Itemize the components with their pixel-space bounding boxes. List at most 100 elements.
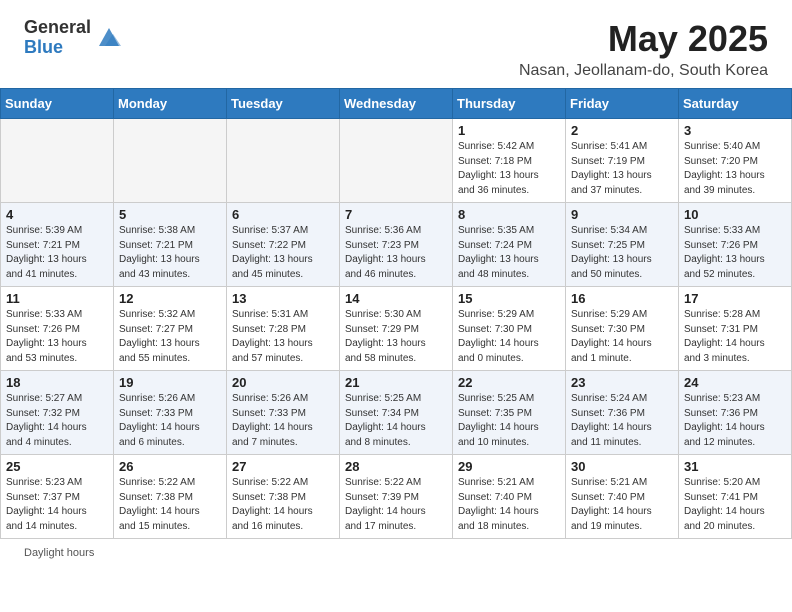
calendar-day-cell: 27 Sunrise: 5:22 AM Sunset: 7:38 PM Dayli…: [227, 455, 340, 539]
calendar-day-cell: 7 Sunrise: 5:36 AM Sunset: 7:23 PM Daylig…: [340, 203, 453, 287]
day-info: Sunrise: 5:28 AM Sunset: 7:31 PM Dayligh…: [684, 308, 786, 366]
day-info: Sunrise: 5:20 AM Sunset: 7:41 PM Dayligh…: [684, 476, 786, 534]
day-number: 19: [119, 375, 221, 390]
day-number: 29: [458, 459, 560, 474]
logo-general: General: [24, 18, 91, 38]
calendar-day-cell: 18 Sunrise: 5:27 AM Sunset: 7:32 PM Dayli…: [1, 371, 114, 455]
calendar-day-cell: 1 Sunrise: 5:42 AM Sunset: 7:18 PM Daylig…: [453, 119, 566, 203]
day-info: Sunrise: 5:34 AM Sunset: 7:25 PM Dayligh…: [571, 224, 673, 282]
day-number: 15: [458, 291, 560, 306]
day-number: 27: [232, 459, 334, 474]
logo: General Blue: [24, 18, 123, 58]
day-number: 20: [232, 375, 334, 390]
day-info: Sunrise: 5:24 AM Sunset: 7:36 PM Dayligh…: [571, 392, 673, 450]
day-info: Sunrise: 5:22 AM Sunset: 7:38 PM Dayligh…: [119, 476, 221, 534]
calendar-day-cell: 29 Sunrise: 5:21 AM Sunset: 7:40 PM Dayli…: [453, 455, 566, 539]
weekday-header: Monday: [114, 89, 227, 119]
calendar-day-cell: 25Sunrise: 5:23 AM Sunset: 7:37 PM Dayli…: [1, 455, 114, 539]
day-info: Sunrise: 5:37 AM Sunset: 7:22 PM Dayligh…: [232, 224, 334, 282]
calendar-day-cell: 28 Sunrise: 5:22 AM Sunset: 7:39 PM Dayli…: [340, 455, 453, 539]
day-info: Sunrise: 5:33 AM Sunset: 7:26 PM Dayligh…: [6, 308, 108, 366]
day-number: 24: [684, 375, 786, 390]
day-info: Sunrise: 5:40 AM Sunset: 7:20 PM Dayligh…: [684, 140, 786, 198]
calendar-day-cell: 11 Sunrise: 5:33 AM Sunset: 7:26 PM Dayli…: [1, 287, 114, 371]
day-info: Sunrise: 5:26 AM Sunset: 7:33 PM Dayligh…: [119, 392, 221, 450]
calendar-day-cell: 2Sunrise: 5:41 AM Sunset: 7:19 PM Daylig…: [566, 119, 679, 203]
day-number: 2: [571, 123, 673, 138]
day-number: 7: [345, 207, 447, 222]
calendar-day-cell: 26 Sunrise: 5:22 AM Sunset: 7:38 PM Dayli…: [114, 455, 227, 539]
day-info: Sunrise: 5:27 AM Sunset: 7:32 PM Dayligh…: [6, 392, 108, 450]
calendar-day-cell: 10Sunrise: 5:33 AM Sunset: 7:26 PM Dayli…: [679, 203, 792, 287]
day-info: Sunrise: 5:25 AM Sunset: 7:34 PM Dayligh…: [345, 392, 447, 450]
calendar-week-row: 11 Sunrise: 5:33 AM Sunset: 7:26 PM Dayli…: [1, 287, 792, 371]
weekday-header: Wednesday: [340, 89, 453, 119]
day-info: Sunrise: 5:30 AM Sunset: 7:29 PM Dayligh…: [345, 308, 447, 366]
day-number: 26: [119, 459, 221, 474]
location-title: Nasan, Jeollanam-do, South Korea: [519, 62, 768, 80]
day-number: 31: [684, 459, 786, 474]
calendar-week-row: 4Sunrise: 5:39 AM Sunset: 7:21 PM Daylig…: [1, 203, 792, 287]
calendar-day-cell: 24Sunrise: 5:23 AM Sunset: 7:36 PM Dayli…: [679, 371, 792, 455]
day-info: Sunrise: 5:36 AM Sunset: 7:23 PM Dayligh…: [345, 224, 447, 282]
day-number: 6: [232, 207, 334, 222]
day-number: 13: [232, 291, 334, 306]
daylight-label: Daylight hours: [24, 547, 94, 559]
day-number: 30: [571, 459, 673, 474]
day-number: 28: [345, 459, 447, 474]
day-number: 9: [571, 207, 673, 222]
day-number: 25: [6, 459, 108, 474]
day-info: Sunrise: 5:38 AM Sunset: 7:21 PM Dayligh…: [119, 224, 221, 282]
calendar-day-cell: 31 Sunrise: 5:20 AM Sunset: 7:41 PM Dayli…: [679, 455, 792, 539]
calendar-day-cell: 5 Sunrise: 5:38 AM Sunset: 7:21 PM Daylig…: [114, 203, 227, 287]
day-info: Sunrise: 5:25 AM Sunset: 7:35 PM Dayligh…: [458, 392, 560, 450]
footer: Daylight hours: [0, 539, 792, 567]
calendar-day-cell: 22 Sunrise: 5:25 AM Sunset: 7:35 PM Dayli…: [453, 371, 566, 455]
calendar-day-cell: 13 Sunrise: 5:31 AM Sunset: 7:28 PM Dayli…: [227, 287, 340, 371]
calendar-day-cell: 15 Sunrise: 5:29 AM Sunset: 7:30 PM Dayli…: [453, 287, 566, 371]
day-info: Sunrise: 5:42 AM Sunset: 7:18 PM Dayligh…: [458, 140, 560, 198]
page-header: General Blue May 2025 Nasan, Jeollanam-d…: [0, 0, 792, 88]
day-number: 23: [571, 375, 673, 390]
calendar-day-cell: [114, 119, 227, 203]
calendar-day-cell: 16 Sunrise: 5:29 AM Sunset: 7:30 PM Dayli…: [566, 287, 679, 371]
calendar-header-row: SundayMondayTuesdayWednesdayThursdayFrid…: [1, 89, 792, 119]
calendar-day-cell: [340, 119, 453, 203]
calendar-day-cell: 14 Sunrise: 5:30 AM Sunset: 7:29 PM Dayli…: [340, 287, 453, 371]
calendar-week-row: 25Sunrise: 5:23 AM Sunset: 7:37 PM Dayli…: [1, 455, 792, 539]
day-number: 4: [6, 207, 108, 222]
title-area: May 2025 Nasan, Jeollanam-do, South Kore…: [519, 18, 768, 80]
logo-icon: [95, 24, 123, 52]
day-number: 22: [458, 375, 560, 390]
day-number: 5: [119, 207, 221, 222]
day-info: Sunrise: 5:22 AM Sunset: 7:39 PM Dayligh…: [345, 476, 447, 534]
day-info: Sunrise: 5:33 AM Sunset: 7:26 PM Dayligh…: [684, 224, 786, 282]
calendar-day-cell: [1, 119, 114, 203]
calendar-week-row: 18 Sunrise: 5:27 AM Sunset: 7:32 PM Dayli…: [1, 371, 792, 455]
day-info: Sunrise: 5:22 AM Sunset: 7:38 PM Dayligh…: [232, 476, 334, 534]
day-number: 8: [458, 207, 560, 222]
weekday-header: Saturday: [679, 89, 792, 119]
day-info: Sunrise: 5:21 AM Sunset: 7:40 PM Dayligh…: [458, 476, 560, 534]
calendar-table: SundayMondayTuesdayWednesdayThursdayFrid…: [0, 88, 792, 539]
weekday-header: Thursday: [453, 89, 566, 119]
day-number: 14: [345, 291, 447, 306]
day-info: Sunrise: 5:26 AM Sunset: 7:33 PM Dayligh…: [232, 392, 334, 450]
calendar-day-cell: 8 Sunrise: 5:35 AM Sunset: 7:24 PM Daylig…: [453, 203, 566, 287]
calendar-day-cell: 20 Sunrise: 5:26 AM Sunset: 7:33 PM Dayli…: [227, 371, 340, 455]
weekday-header: Tuesday: [227, 89, 340, 119]
logo-blue: Blue: [24, 38, 91, 58]
day-number: 21: [345, 375, 447, 390]
calendar-day-cell: [227, 119, 340, 203]
day-info: Sunrise: 5:31 AM Sunset: 7:28 PM Dayligh…: [232, 308, 334, 366]
day-number: 11: [6, 291, 108, 306]
day-info: Sunrise: 5:21 AM Sunset: 7:40 PM Dayligh…: [571, 476, 673, 534]
day-info: Sunrise: 5:35 AM Sunset: 7:24 PM Dayligh…: [458, 224, 560, 282]
day-info: Sunrise: 5:29 AM Sunset: 7:30 PM Dayligh…: [458, 308, 560, 366]
day-number: 16: [571, 291, 673, 306]
day-number: 18: [6, 375, 108, 390]
day-info: Sunrise: 5:29 AM Sunset: 7:30 PM Dayligh…: [571, 308, 673, 366]
calendar-day-cell: 4Sunrise: 5:39 AM Sunset: 7:21 PM Daylig…: [1, 203, 114, 287]
weekday-header: Friday: [566, 89, 679, 119]
day-number: 1: [458, 123, 560, 138]
